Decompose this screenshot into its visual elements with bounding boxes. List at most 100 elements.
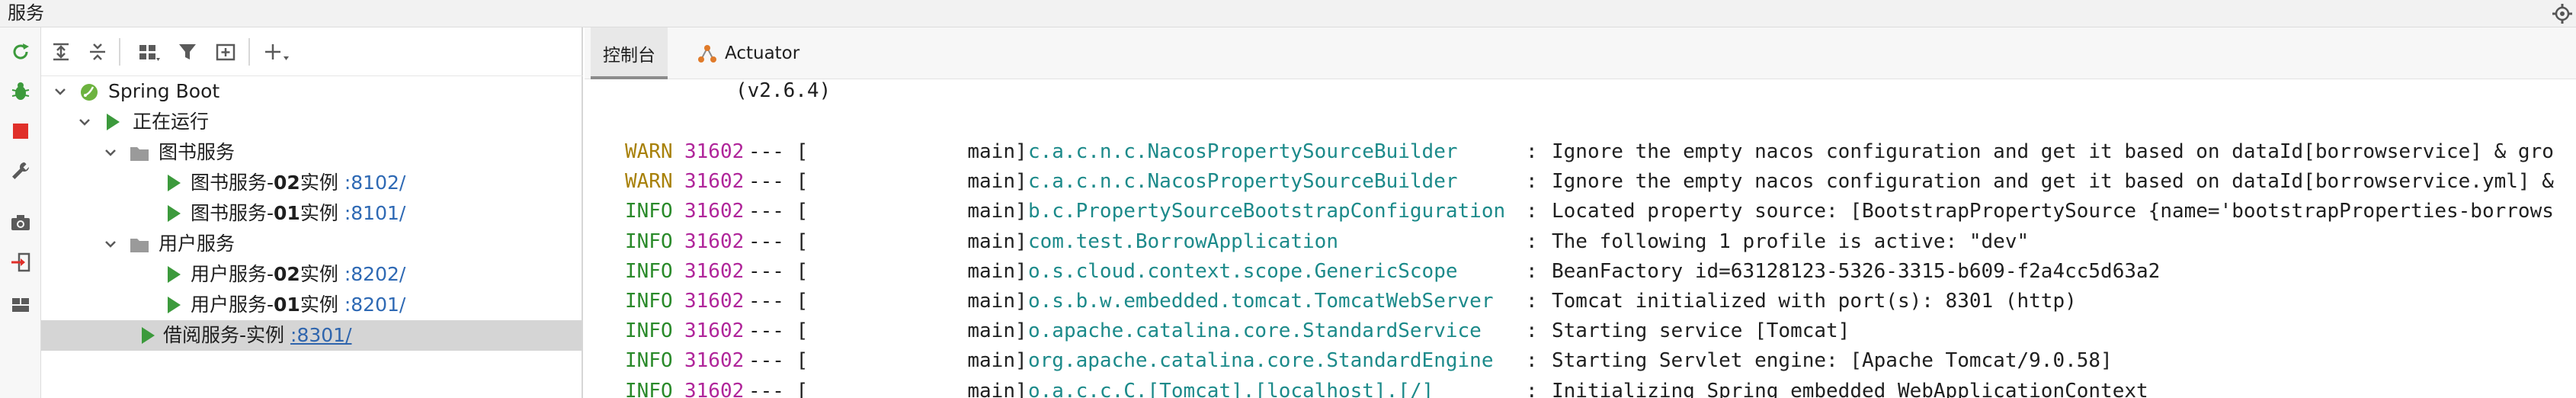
group-icon[interactable] <box>136 40 162 64</box>
log-bracket: ] <box>1015 229 1027 253</box>
log-pid: 31602 <box>684 319 745 343</box>
instance-port[interactable]: :8101/ <box>344 198 405 229</box>
new-service-icon[interactable] <box>213 40 238 64</box>
tree-node-label: 用户服务 <box>159 233 235 255</box>
add-icon[interactable] <box>262 40 293 64</box>
services-tree-panel: Spring Boot 正在运行 图书服务 图书服务- 02 实例 :8102/… <box>41 27 583 398</box>
log-logger: c.a.c.n.c.NacosPropertySourceBuilder <box>1028 140 1458 163</box>
log-bracket: ] <box>1015 140 1027 163</box>
actuator-icon <box>698 45 716 63</box>
instance-port[interactable]: :8202/ <box>344 259 405 290</box>
instance-label: 借阅服务-实例 :8301/ <box>163 320 352 351</box>
camera-icon[interactable] <box>8 210 33 235</box>
log-level: INFO <box>625 229 673 253</box>
run-icon <box>168 297 181 313</box>
tree-node-instance[interactable]: 用户服务- 02 实例 :8202/ <box>41 259 582 290</box>
log-level: INFO <box>625 259 673 283</box>
tab-console[interactable]: 控制台 <box>591 27 668 79</box>
run-icon <box>107 114 120 130</box>
log-separator: --- [ <box>748 349 809 373</box>
log-separator: --- [ <box>748 290 809 313</box>
chevron-down-icon[interactable] <box>76 114 93 130</box>
instance-port[interactable]: :8201/ <box>344 290 405 320</box>
tree-node-instance[interactable]: 图书服务- 01 实例 :8101/ <box>41 198 582 229</box>
left-toolbar <box>0 27 41 398</box>
log-separator: --- [ <box>748 319 809 343</box>
log-thread: main <box>967 229 1015 253</box>
log-separator: --- [ <box>748 140 809 163</box>
chevron-down-icon[interactable] <box>102 144 119 161</box>
log-logger: o.s.b.w.embedded.tomcat.TomcatWebServer <box>1028 290 1494 313</box>
tree-node-instance[interactable]: 用户服务- 01 实例 :8201/ <box>41 290 582 320</box>
stop-icon[interactable] <box>8 119 33 143</box>
instance-label: 图书服务- 02 实例 :8102/ <box>191 168 405 198</box>
instance-label: 用户服务- 02 实例 :8202/ <box>191 259 405 290</box>
log-pid: 31602 <box>684 290 745 313</box>
log-logger: b.c.PropertySourceBootstrapConfiguration <box>1028 200 1506 223</box>
tree-toolbar <box>41 27 583 76</box>
log-logger: o.s.cloud.context.scope.GenericScope <box>1028 259 1458 283</box>
log-message: Ignore the empty nacos configuration and… <box>1552 140 2554 163</box>
tree-node-running[interactable]: 正在运行 <box>41 107 582 137</box>
log-separator: --- [ <box>748 229 809 253</box>
instance-port[interactable]: :8102/ <box>344 168 405 198</box>
log-colon: : <box>1526 170 1538 194</box>
log-thread: main <box>967 319 1015 343</box>
settings-icon[interactable] <box>2552 3 2573 24</box>
tab-label: 控制台 <box>603 46 655 66</box>
log-message: Starting Servlet engine: [Apache Tomcat/… <box>1552 349 2113 373</box>
log-level: INFO <box>625 349 673 373</box>
log-thread: main <box>967 349 1015 373</box>
run-icon <box>168 175 181 191</box>
attach-login-icon[interactable] <box>8 250 33 274</box>
log-colon: : <box>1526 290 1538 313</box>
log-thread: main <box>967 379 1015 398</box>
debug-bug-icon[interactable] <box>8 79 33 104</box>
tree-node-group-books[interactable]: 图书服务 <box>41 137 582 168</box>
run-icon <box>168 205 181 222</box>
instance-label: 用户服务- 01 实例 :8201/ <box>191 290 405 320</box>
rerun-icon[interactable] <box>8 40 33 64</box>
run-icon <box>168 266 181 283</box>
panel-title: 服务 <box>8 2 44 24</box>
log-colon: : <box>1526 200 1538 223</box>
log-colon: : <box>1526 140 1538 163</box>
title-bar: 服务 <box>0 0 2576 27</box>
tree-node-spring-boot[interactable]: Spring Boot <box>41 76 582 107</box>
log-message: BeanFactory id=63128123-5326-3315-b609-f… <box>1552 259 2161 283</box>
log-logger: c.a.c.n.c.NacosPropertySourceBuilder <box>1028 170 1458 194</box>
tree-node-instance[interactable]: 图书服务- 02 实例 :8102/ <box>41 168 582 198</box>
log-logger: com.test.BorrowApplication <box>1028 229 1338 253</box>
tree-node-label: 图书服务 <box>159 141 235 163</box>
layout-icon[interactable] <box>8 293 33 317</box>
log-bracket: ] <box>1015 290 1027 313</box>
tab-bar: 控制台 Actuator <box>585 27 2576 79</box>
log-level: INFO <box>625 290 673 313</box>
log-pid: 31602 <box>684 349 745 373</box>
tree-node-label: 正在运行 <box>133 111 210 133</box>
tree-node-group-users[interactable]: 用户服务 <box>41 229 582 259</box>
log-logger: o.a.c.c.C.[Tomcat].[localhost].[/] <box>1028 379 1434 398</box>
tab-actuator[interactable]: Actuator <box>690 27 807 79</box>
chevron-down-icon[interactable] <box>52 83 69 100</box>
filter-icon[interactable] <box>175 40 200 64</box>
instance-port-link[interactable]: :8301/ <box>290 320 351 351</box>
collapse-all-icon[interactable] <box>85 40 110 64</box>
log-thread: main <box>967 259 1015 283</box>
log-bracket: ] <box>1015 379 1027 398</box>
folder-icon <box>130 239 149 252</box>
log-logger: o.apache.catalina.core.StandardService <box>1028 319 1482 343</box>
log-level: WARN <box>625 140 673 163</box>
expand-all-icon[interactable] <box>49 40 73 64</box>
chevron-down-icon[interactable] <box>102 236 119 252</box>
wrench-icon[interactable] <box>8 159 33 183</box>
spring-boot-icon <box>81 84 98 101</box>
tab-label: Actuator <box>725 43 800 63</box>
console-output[interactable]: (v2.6.4) WARN 31602 --- [main] c.a.c.n.c.Na… <box>585 79 2576 398</box>
log-thread: main <box>967 290 1015 313</box>
log-level: INFO <box>625 319 673 343</box>
tree-node-label: Spring Boot <box>108 80 220 102</box>
tree-node-instance-selected[interactable]: 借阅服务-实例 :8301/ <box>41 320 582 351</box>
log-colon: : <box>1526 379 1538 398</box>
log-level: INFO <box>625 200 673 223</box>
